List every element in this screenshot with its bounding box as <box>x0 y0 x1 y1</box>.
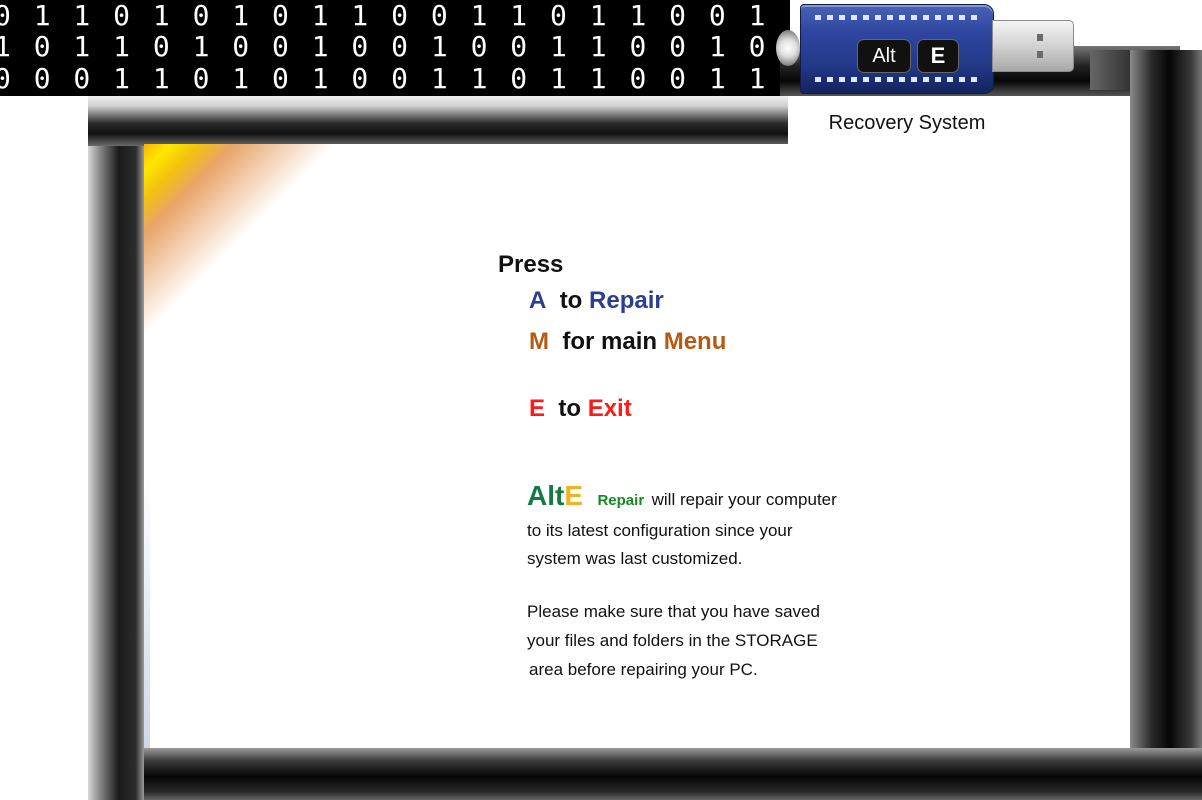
alt-key-icon: Alt <box>857 39 911 73</box>
press-heading: Press <box>498 251 564 278</box>
description-text: system was last customized. <box>527 549 743 568</box>
e-key-icon: E <box>917 39 959 73</box>
usb-dots <box>815 15 983 20</box>
alte-description-line: AltE Repair will repair your computer <box>527 480 837 512</box>
exit-option[interactable]: E to Exit <box>529 395 632 423</box>
option-connector: to <box>558 395 582 422</box>
menu-label: Menu <box>663 328 727 355</box>
decorative-stripes <box>144 144 384 384</box>
repair-key: A <box>529 287 547 314</box>
binary-banner: 0 1 1 0 1 0 1 0 1 1 0 0 1 1 0 1 1 0 0 1 … <box>0 0 790 96</box>
frame-bottom <box>88 748 1202 800</box>
repair-option[interactable]: A to Repair <box>529 287 664 315</box>
screen-panel <box>144 144 1130 748</box>
recovery-system-label: Recovery System <box>828 112 986 134</box>
repair-keyword: Repair <box>597 492 645 509</box>
option-connector: for main <box>562 328 658 355</box>
usb-body: Alt E <box>800 4 994 94</box>
exit-key: E <box>529 395 546 422</box>
usb-dots <box>815 77 983 82</box>
usb-cap <box>776 30 800 66</box>
warning-text: area before repairing your PC. <box>529 660 758 679</box>
usb-plug-icon <box>992 20 1074 72</box>
description-text: will repair your computer <box>651 490 837 509</box>
repair-label: Repair <box>589 287 664 314</box>
usb-stick-logo: Alt E <box>776 0 1080 96</box>
exit-label: Exit <box>587 395 632 422</box>
alte-logo-e: E <box>564 480 584 511</box>
usb-pin <box>1037 34 1043 41</box>
option-connector: to <box>559 287 583 314</box>
frame-left <box>88 96 144 800</box>
frame-right <box>1130 50 1202 800</box>
menu-key: M <box>529 328 549 355</box>
frame-top <box>88 96 788 146</box>
alte-logo-alt: Alt <box>527 480 565 511</box>
binary-row: 0 1 1 0 1 0 1 0 1 1 0 0 1 1 0 1 1 0 0 1 … <box>0 0 790 32</box>
main-menu-option[interactable]: M for main Menu <box>529 328 726 356</box>
description-text: to its latest configuration since your <box>527 521 793 540</box>
binary-row: 1 0 1 1 0 1 0 0 1 0 0 1 0 0 1 1 0 0 1 0 … <box>0 30 790 63</box>
warning-text: your files and folders in the STORAGE <box>527 631 818 650</box>
usb-pin <box>1037 51 1043 58</box>
screen-edge <box>144 474 150 748</box>
warning-text: Please make sure that you have saved <box>527 602 820 621</box>
binary-row: 0 0 0 1 1 0 1 0 1 0 0 1 1 0 1 1 0 0 1 1 … <box>0 62 790 95</box>
